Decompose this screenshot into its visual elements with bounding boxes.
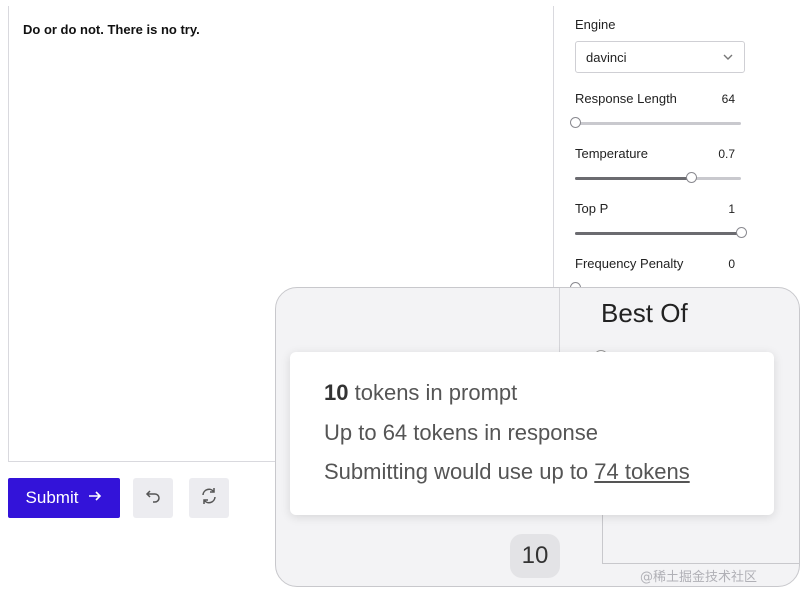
- best-of-label: Best Of: [601, 298, 688, 328]
- prompt-token-count: 10: [324, 380, 349, 405]
- frequency-penalty-label: Frequency Penalty: [575, 256, 684, 271]
- watermark: @稀土掘金技术社区: [640, 570, 758, 585]
- prompt-token-suffix: tokens in prompt: [354, 380, 518, 405]
- slider-thumb[interactable]: [686, 172, 698, 183]
- divider: [559, 288, 560, 358]
- temperature-slider[interactable]: [575, 172, 741, 183]
- slider-fill: [575, 232, 741, 235]
- response-token-line: Up to 64 tokens in response: [324, 420, 598, 445]
- settings-panel: Engine davinci Response Length 64 Temper…: [570, 0, 751, 300]
- regenerate-button[interactable]: [189, 478, 229, 518]
- usage-token-line: Submitting would use up to 74 tokens: [324, 459, 690, 485]
- submit-label: Submit: [25, 488, 79, 507]
- slider-thumb[interactable]: [736, 227, 747, 238]
- temperature-label: Temperature: [575, 146, 648, 161]
- response-length-slider[interactable]: [570, 117, 741, 128]
- prompt-text: Do or do not. There is no try.: [23, 22, 200, 37]
- engine-label: Engine: [575, 17, 616, 32]
- regenerate-icon: [200, 487, 218, 510]
- slider-thumb[interactable]: [570, 117, 581, 128]
- top-p-value: 1: [728, 202, 735, 216]
- best-of-value[interactable]: 10: [510, 534, 560, 578]
- undo-icon: [145, 488, 161, 509]
- top-p-label: Top P: [575, 201, 609, 216]
- undo-button[interactable]: [133, 478, 173, 518]
- frequency-penalty-value: 0: [728, 257, 735, 271]
- arrow-right-icon: [88, 488, 102, 508]
- submit-button[interactable]: Submit: [8, 478, 120, 518]
- response-length-label: Response Length: [575, 91, 677, 106]
- engine-value: davinci: [586, 49, 627, 65]
- temperature-value: 0.7: [718, 147, 735, 161]
- usage-token-link[interactable]: 74 tokens: [594, 459, 689, 484]
- token-tooltip: 10 tokens in prompt Up to 64 tokens in r…: [290, 352, 774, 515]
- prompt-token-line: 10 tokens in prompt: [324, 380, 517, 406]
- usage-prefix: Submitting would use up to: [324, 459, 589, 484]
- response-length-value: 64: [721, 92, 735, 106]
- engine-select[interactable]: davinci: [575, 41, 745, 73]
- top-p-slider[interactable]: [575, 227, 747, 238]
- best-of-input-box: [602, 513, 799, 564]
- chevron-down-icon: [722, 51, 734, 66]
- slider-fill: [575, 177, 692, 180]
